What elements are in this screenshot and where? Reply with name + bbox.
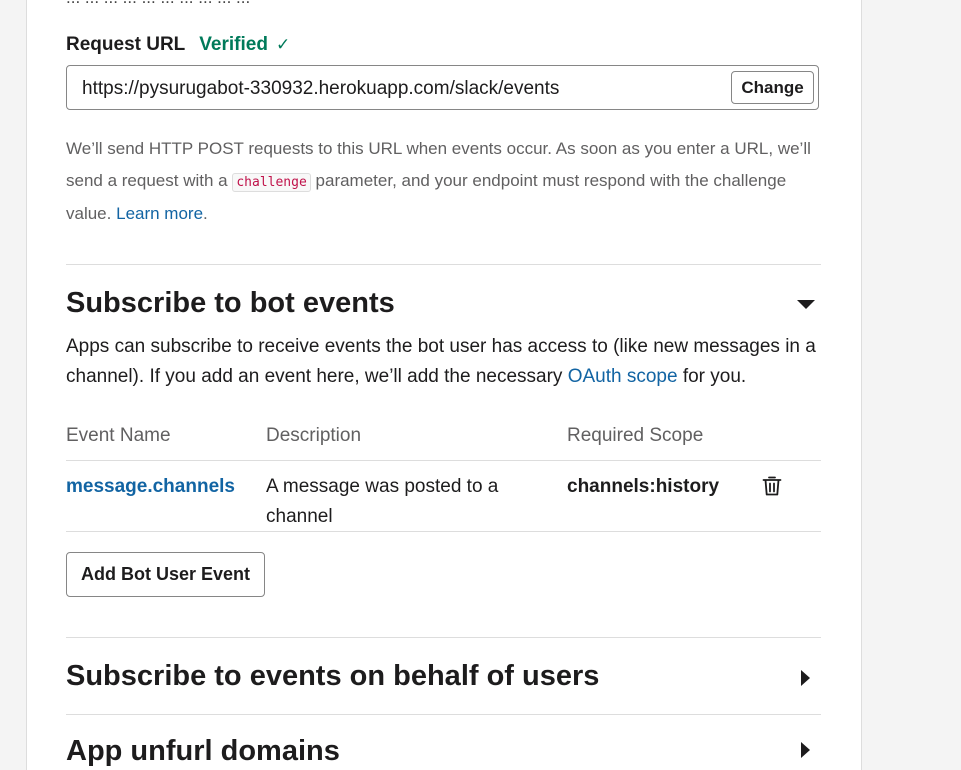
- section-divider: [66, 264, 821, 265]
- event-description: A message was posted to a channel: [266, 476, 499, 527]
- request-url-help: We’ll send HTTP POST requests to this UR…: [66, 133, 816, 230]
- trash-icon[interactable]: [762, 475, 782, 497]
- event-scope: channels:history: [567, 476, 720, 497]
- request-url-header: Request URL Verified ✓: [66, 34, 290, 56]
- caret-right-icon[interactable]: [801, 670, 810, 686]
- user-events-title[interactable]: Subscribe to events on behalf of users: [66, 660, 599, 693]
- request-url-value: https://pysurugabot-330932.herokuapp.com…: [82, 78, 560, 99]
- bot-events-title[interactable]: Subscribe to bot events: [66, 287, 395, 320]
- section-divider: [66, 637, 821, 638]
- section-divider: [66, 714, 821, 715]
- change-url-button[interactable]: Change: [731, 71, 814, 104]
- bot-events-description: Apps can subscribe to receive events the…: [66, 332, 821, 392]
- challenge-code: challenge: [232, 172, 311, 192]
- app-unfurl-domains-title[interactable]: App unfurl domains: [66, 735, 340, 768]
- caret-down-icon[interactable]: [797, 300, 815, 309]
- column-header-description: Description: [266, 425, 362, 446]
- request-url-label: Request URL: [66, 34, 186, 55]
- table-row-divider: [66, 531, 821, 532]
- event-name-link[interactable]: message.channels: [66, 472, 235, 502]
- column-header-event-name: Event Name: [66, 425, 171, 446]
- check-icon: ✓: [275, 35, 291, 54]
- help-text-end: .: [203, 204, 208, 223]
- verified-text: Verified: [199, 34, 268, 55]
- column-header-scope: Required Scope: [567, 425, 704, 446]
- verified-status: Verified ✓: [199, 34, 290, 56]
- add-bot-user-event-button[interactable]: Add Bot User Event: [66, 552, 265, 597]
- bot-desc-text-2: for you.: [682, 366, 747, 387]
- learn-more-link[interactable]: Learn more: [116, 204, 203, 223]
- oauth-scope-link[interactable]: OAuth scope: [568, 366, 678, 387]
- caret-right-icon[interactable]: [801, 742, 810, 758]
- request-url-field[interactable]: https://pysurugabot-330932.herokuapp.com…: [66, 65, 819, 110]
- table-header-divider: [66, 460, 821, 461]
- cutoff-top-text: ... ... ... ... ... ... ... ... ... ...: [66, 0, 250, 8]
